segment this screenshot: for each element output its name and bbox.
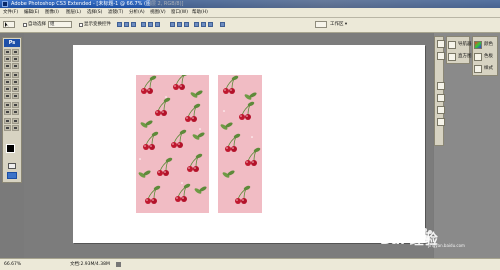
menu-layer[interactable]: 图层(L) [66,8,81,17]
distribute-top-icon[interactable] [170,22,175,27]
shape-tool-icon[interactable] [12,109,19,115]
actions-panel-icon[interactable] [437,52,445,60]
color-icon [474,41,482,49]
brush-tool-icon[interactable] [12,72,19,78]
auto-select-label: 自动选择 [28,22,46,27]
navigator-icon [448,41,456,49]
path-selection-tool-icon[interactable] [4,109,11,115]
slice-tool-icon[interactable] [12,63,19,69]
document-info[interactable]: 文档:2.93M/4.38M [70,259,110,270]
menu-image[interactable]: 图像(I) [45,8,59,17]
info-panel-icon[interactable] [437,118,445,126]
color-label: 颜色 [484,42,493,47]
hand-tool-icon[interactable] [4,125,11,131]
align-vcenter-icon[interactable] [124,22,129,27]
baidu-jingyan-watermark: Bai 经验 jingyan.baidu.com [380,226,500,248]
panel-dock: 导航器 直方图 颜色 色板 样式 [434,33,500,258]
auto-select-value: 组 [50,22,55,27]
styles-label: 样式 [484,66,493,71]
watermark-url: jingyan.baidu.com [428,243,465,248]
align-hcenter-icon[interactable] [148,22,153,27]
align-top-icon[interactable] [117,22,122,27]
screen-mode-icon[interactable] [7,172,17,179]
color-panel-group: 颜色 色板 样式 [472,36,498,76]
gradient-tool-icon[interactable] [12,86,19,92]
clone-stamp-tool-icon[interactable] [4,79,11,85]
distribute-left-icon[interactable] [194,22,199,27]
options-bar: 自动选择 组 显示变换控件 工作区 ▾ [0,18,500,33]
workspace-menu[interactable]: 工作区 ▾ [330,20,347,30]
pen-tool-icon[interactable] [4,102,11,108]
menu-filter[interactable]: 滤镜(T) [108,8,123,17]
magic-wand-tool-icon[interactable] [12,56,19,62]
dodge-tool-icon[interactable] [12,93,19,99]
cherry-photo-layer-left[interactable] [136,70,209,213]
collapsed-panel-strip [434,36,445,146]
histogram-icon [448,53,456,61]
quick-mask-icon[interactable] [8,163,16,169]
histogram-label: 直方图 [458,54,472,59]
title-bar: Adobe Photoshop CS3 Extended - [未标题-1 @ … [0,0,500,8]
menu-view[interactable]: 视图(V) [150,8,166,17]
auto-select-dropdown[interactable]: 组 [48,21,72,28]
align-left-icon[interactable] [141,22,146,27]
swatches-icon [474,53,482,61]
blur-tool-icon[interactable] [4,93,11,99]
marquee-tool-icon[interactable] [12,49,19,55]
distribute-vcenter-icon[interactable] [177,22,182,27]
zoom-tool-icon[interactable] [12,125,19,131]
healing-brush-tool-icon[interactable] [4,72,11,78]
eyedropper-tool-icon[interactable] [12,118,19,124]
align-bottom-icon[interactable] [131,22,136,27]
menu-analysis[interactable]: 分析(A) [129,8,145,17]
show-transform-label: 显示变换控件 [84,22,111,27]
cherry-photo-layer-right[interactable] [218,74,262,213]
status-bar: 66.67% 文档:2.93M/4.38M [0,258,500,270]
cherry-pattern-image [137,70,208,205]
distribute-hcenter-icon[interactable] [201,22,206,27]
foreground-color-swatch[interactable] [6,144,15,153]
paths-panel-icon[interactable] [437,106,445,114]
move-tool-icon[interactable] [4,49,11,55]
channels-panel-icon[interactable] [437,94,445,102]
navigator-panel-group: 导航器 直方图 [446,36,472,64]
notes-tool-icon[interactable] [4,118,11,124]
align-right-icon[interactable] [155,22,160,27]
auto-align-icon[interactable] [220,22,225,27]
menu-select[interactable]: 选择(S) [87,8,102,17]
cherry-pattern-image [219,74,262,205]
history-panel-icon[interactable] [437,40,445,48]
ps-logo: Ps [4,39,20,47]
menu-bar: 文件(F) 编辑(E) 图像(I) 图层(L) 选择(S) 滤镜(T) 分析(A… [0,8,500,18]
menu-help[interactable]: 帮助(H) [192,8,208,17]
menu-edit[interactable]: 编辑(E) [24,8,39,17]
tools-panel: Ps [2,37,22,183]
show-transform-checkbox[interactable] [79,23,83,27]
title-bar-background [150,0,500,8]
lasso-tool-icon[interactable] [4,56,11,62]
type-tool-icon[interactable] [12,102,19,108]
layers-panel-icon[interactable] [437,82,445,90]
navigator-label: 导航器 [458,42,472,47]
swatches-label: 色板 [484,54,493,59]
history-brush-tool-icon[interactable] [12,79,19,85]
move-arrow-icon [5,22,9,27]
distribute-bottom-icon[interactable] [184,22,189,27]
auto-select-checkbox[interactable] [23,23,27,27]
distribute-right-icon[interactable] [208,22,213,27]
bridge-button[interactable] [315,21,327,28]
app-icon [2,1,8,7]
menu-window[interactable]: 窗口(W) [171,8,188,17]
crop-tool-icon[interactable] [4,63,11,69]
zoom-level[interactable]: 66.67% [4,259,21,270]
menu-file[interactable]: 文件(F) [3,8,18,17]
styles-icon [474,65,482,73]
status-arrow-icon[interactable] [116,262,121,267]
move-tool-preset-button[interactable] [3,21,15,28]
eraser-tool-icon[interactable] [4,86,11,92]
